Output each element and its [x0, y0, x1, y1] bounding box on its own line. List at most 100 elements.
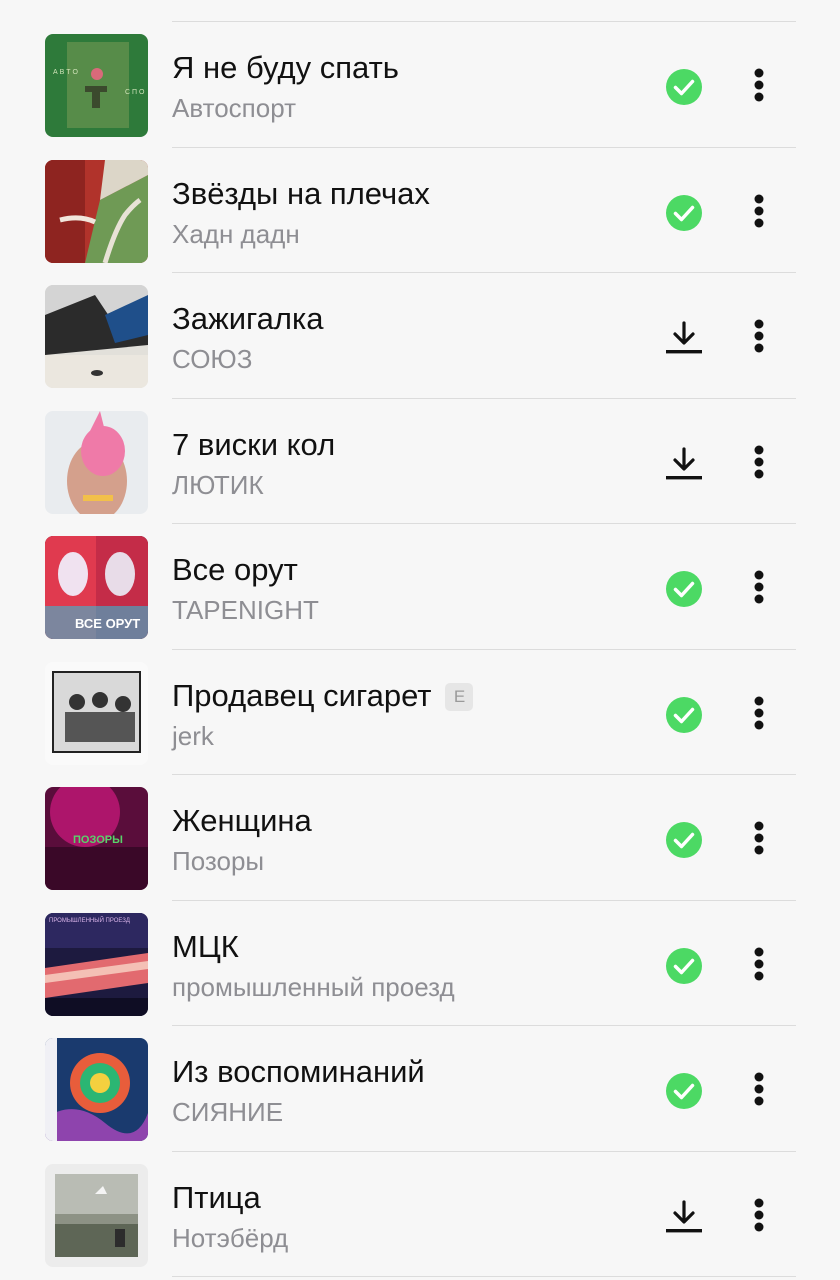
track-title: Звёзды на плечах	[172, 175, 430, 211]
downloaded-check-icon	[666, 1073, 702, 1109]
track-title: Женщина	[172, 803, 312, 838]
title-line: МЦК	[172, 929, 239, 965]
title-line: Женщина	[172, 803, 312, 839]
title-line: Все орут	[172, 552, 298, 588]
title-line: Я не буду спать	[172, 50, 399, 86]
cover-art-8	[45, 1038, 148, 1141]
track-row[interactable]: 7 виски кол ЛЮТИК	[0, 399, 840, 524]
more-vertical-icon	[754, 947, 764, 980]
album-cover-train[interactable]: ПРОМЫШЛЕННЫЙ ПРОЕЗД	[45, 912, 148, 1016]
downloaded-status[interactable]	[664, 820, 704, 860]
more-options-button[interactable]	[744, 818, 774, 858]
track-row[interactable]: ПРОМЫШЛЕННЫЙ ПРОЕЗД МЦК промышленный про…	[0, 901, 840, 1026]
track-row[interactable]: Птица Нотэбёрд	[0, 1152, 840, 1277]
track-artist[interactable]: Хадн дадн	[172, 218, 300, 250]
track-title: Из воспоминаний	[172, 1054, 425, 1089]
downloaded-check-icon	[666, 69, 702, 105]
track-artist[interactable]: TAPENIGHT	[172, 594, 319, 626]
album-cover-city[interactable]	[45, 285, 148, 388]
downloaded-check-icon	[666, 947, 702, 984]
downloaded-status[interactable]	[664, 67, 704, 107]
album-cover-psychedelic[interactable]	[45, 1038, 148, 1141]
track-title: Я не буду спать	[172, 50, 399, 85]
more-vertical-icon	[754, 570, 764, 604]
more-vertical-icon	[754, 1198, 764, 1231]
downloaded-check-icon	[666, 822, 702, 858]
download-icon	[666, 321, 702, 354]
downloaded-status[interactable]	[664, 946, 704, 986]
svg-text:С П О: С П О	[125, 89, 145, 96]
album-cover-pink-hair[interactable]	[45, 410, 148, 514]
title-line: Продавец сигарет E	[172, 677, 474, 714]
track-row[interactable]: Зажигалка СОЮЗ	[0, 273, 840, 399]
track-artist[interactable]: СОЮЗ	[172, 343, 252, 375]
downloaded-status[interactable]	[664, 569, 704, 609]
more-vertical-icon	[754, 1072, 764, 1106]
track-title: Продавец сигарет	[172, 677, 432, 713]
svg-text:ПОЗОРЫ: ПОЗОРЫ	[73, 834, 123, 846]
download-button[interactable]	[664, 1197, 704, 1237]
more-vertical-icon	[754, 68, 764, 102]
title-line: Звёзды на плечах	[172, 176, 430, 212]
download-button[interactable]	[664, 318, 704, 358]
album-cover-screaming[interactable]: ВСЕ ОРУТ	[45, 536, 148, 639]
track-artist[interactable]: Автоспорт	[172, 92, 296, 124]
cover-art-1	[45, 159, 148, 263]
more-options-button[interactable]	[744, 944, 774, 984]
track-title: Зажигалка	[172, 301, 324, 336]
more-options-button[interactable]	[744, 1195, 774, 1235]
track-artist[interactable]: СИЯНИЕ	[172, 1096, 283, 1128]
cover-art-0: А В Т О С П О	[45, 34, 148, 137]
track-artist[interactable]: jerk	[172, 720, 214, 752]
track-row[interactable]: ВСЕ ОРУТ Все орут TAPENIGHT	[0, 524, 840, 650]
track-row[interactable]: Продавец сигарет E jerk	[0, 650, 840, 775]
downloaded-check-icon	[666, 194, 702, 231]
title-line: Птица	[172, 1180, 261, 1216]
track-title: Все орут	[172, 552, 298, 587]
track-artist[interactable]: промышленный проезд	[172, 971, 455, 1003]
title-line: Зажигалка	[172, 301, 323, 337]
track-row[interactable]: Звёзды на плечах Хадн дадн	[0, 148, 840, 273]
album-cover-bw-photo[interactable]	[45, 661, 148, 765]
more-options-button[interactable]	[744, 567, 774, 607]
track-artist[interactable]: Нотэбёрд	[172, 1222, 288, 1254]
more-options-button[interactable]	[744, 442, 774, 482]
album-cover-green[interactable]: А В Т О С П О	[45, 34, 148, 137]
more-options-button[interactable]	[744, 65, 774, 105]
cover-art-3	[45, 410, 148, 514]
track-row[interactable]: Из воспоминаний СИЯНИЕ	[0, 1026, 840, 1152]
more-options-button[interactable]	[744, 316, 774, 356]
downloaded-check-icon	[666, 696, 702, 733]
more-vertical-icon	[754, 194, 764, 227]
download-button[interactable]	[664, 444, 704, 484]
track-row[interactable]: А В Т О С П О Я не буду спать Автоспорт	[0, 22, 840, 148]
more-vertical-icon	[754, 319, 764, 353]
album-cover-red-curtain[interactable]	[45, 159, 148, 263]
cover-art-4: ВСЕ ОРУТ	[45, 536, 148, 639]
more-vertical-icon	[754, 821, 764, 855]
more-vertical-icon	[754, 696, 764, 729]
album-cover-grey-field[interactable]	[45, 1163, 148, 1267]
svg-text:ПРОМЫШЛЕННЫЙ ПРОЕЗД: ПРОМЫШЛЕННЫЙ ПРОЕЗД	[49, 916, 130, 924]
downloaded-status[interactable]	[664, 1071, 704, 1111]
more-options-button[interactable]	[744, 693, 774, 733]
download-icon	[666, 1199, 702, 1232]
track-title: Птица	[172, 1179, 261, 1215]
cover-art-2	[45, 285, 148, 388]
downloaded-check-icon	[666, 571, 702, 607]
track-artist[interactable]: Позоры	[172, 845, 264, 877]
explicit-badge: E	[445, 682, 474, 711]
cover-art-6: ПОЗОРЫ	[45, 787, 148, 890]
track-title: МЦК	[172, 928, 239, 964]
download-icon	[666, 446, 702, 479]
downloaded-status[interactable]	[664, 695, 704, 735]
album-cover-magenta[interactable]: ПОЗОРЫ	[45, 787, 148, 890]
downloaded-status[interactable]	[664, 193, 704, 233]
track-title: 7 виски кол	[172, 426, 336, 462]
track-row[interactable]: ПОЗОРЫ Женщина Позоры	[0, 775, 840, 901]
more-options-button[interactable]	[744, 191, 774, 231]
track-artist[interactable]: ЛЮТИК	[172, 469, 264, 501]
more-options-button[interactable]	[744, 1069, 774, 1109]
cover-art-5	[45, 661, 148, 765]
more-vertical-icon	[754, 445, 764, 478]
